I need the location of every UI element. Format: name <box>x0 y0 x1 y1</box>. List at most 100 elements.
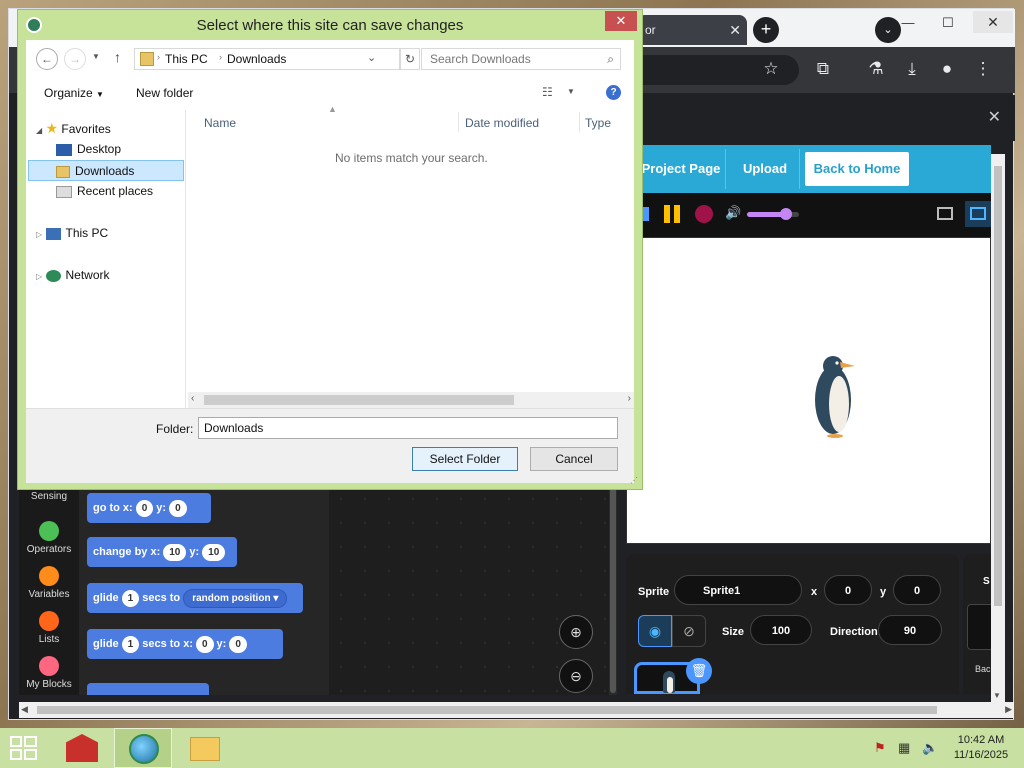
address-breadcrumb[interactable]: › This PC › Downloads ⌄ <box>134 48 400 70</box>
tree-downloads[interactable]: Downloads <box>28 160 184 181</box>
category-operators[interactable]: Operators <box>19 521 79 566</box>
block-input[interactable]: 0 <box>135 499 154 517</box>
delete-sprite-icon[interactable]: 🗑 <box>686 658 712 684</box>
small-stage-icon[interactable] <box>937 207 953 220</box>
sprite-name-input[interactable]: Sprite1 <box>674 575 802 605</box>
partial-block[interactable] <box>87 683 209 695</box>
pause-icon[interactable] <box>664 205 682 223</box>
profile-icon[interactable]: ● <box>935 59 959 79</box>
breadcrumb-downloads[interactable]: Downloads <box>227 52 286 66</box>
stage-selector-panel[interactable]: S Bac <box>963 554 991 694</box>
window-close-button[interactable]: ✕ <box>973 11 1013 33</box>
penguin-sprite[interactable] <box>807 348 877 438</box>
tree-favorites[interactable]: ◢ ★ Favorites <box>36 118 111 139</box>
size-input[interactable]: 100 <box>750 615 812 645</box>
file-list-hscrollbar[interactable]: ‹ › <box>188 392 634 408</box>
large-stage-button[interactable] <box>965 201 991 227</box>
star-icon[interactable]: ☆ <box>759 59 783 79</box>
category-sensing[interactable]: Sensing <box>19 491 79 521</box>
block-input[interactable]: 10 <box>163 543 187 561</box>
tree-this-pc[interactable]: ▷ This PC <box>36 223 108 244</box>
glide-target-dropdown[interactable]: random position ▾ <box>183 588 288 608</box>
labs-flask-icon[interactable]: ⚗ <box>864 59 888 79</box>
help-icon[interactable]: ? <box>606 85 621 100</box>
category-variables[interactable]: Variables <box>19 566 79 611</box>
direction-input[interactable]: 90 <box>878 615 942 645</box>
start-windows-icon[interactable] <box>10 736 38 760</box>
dialog-close-button[interactable]: ✕ <box>605 11 637 31</box>
forward-arrow-icon[interactable]: → <box>64 48 86 70</box>
tree-recent-places[interactable]: Recent places <box>56 181 153 202</box>
extensions-icon[interactable]: ⧉ <box>811 59 835 79</box>
hide-eye-icon[interactable]: ⊘ <box>672 615 706 647</box>
tab-close-icon[interactable]: ✕ <box>729 15 741 45</box>
project-page-button[interactable]: Project Page <box>639 152 723 186</box>
x-input[interactable]: 0 <box>824 575 872 605</box>
zoom-in-icon[interactable]: ⊕ <box>559 615 593 649</box>
tree-desktop[interactable]: Desktop <box>56 139 121 160</box>
browser-tab[interactable]: or ✕ <box>637 15 747 45</box>
y-input[interactable]: 0 <box>893 575 941 605</box>
column-type[interactable]: Type <box>585 116 611 130</box>
scroll-left-icon[interactable]: ‹ <box>191 393 194 404</box>
glide-random-block[interactable]: glide 1 secs to random position ▾ <box>87 583 303 613</box>
show-eye-icon[interactable]: ◉ <box>638 615 672 647</box>
block-input[interactable]: 1 <box>121 635 140 653</box>
resize-grip-icon[interactable]: ⋰ <box>630 476 638 485</box>
breadcrumb-this-pc[interactable]: This PC <box>165 52 208 66</box>
search-downloads-input[interactable]: Search Downloads ⌕ <box>421 48 621 70</box>
upload-button[interactable]: Upload <box>733 152 797 186</box>
stop-icon[interactable] <box>695 205 713 223</box>
recent-locations-icon[interactable]: ▼ <box>92 52 100 61</box>
block-input[interactable]: 0 <box>169 499 187 517</box>
workspace-scrollbar[interactable] <box>609 487 617 695</box>
stage-canvas[interactable] <box>626 237 991 544</box>
page-vertical-scrollbar[interactable]: ▼ <box>991 154 1005 702</box>
change-by-xy-block[interactable]: change by x: 10 y: 10 <box>87 537 237 567</box>
go-to-xy-block[interactable]: go to x: 0 y: 0 <box>87 493 211 523</box>
back-arrow-icon[interactable]: ← <box>36 48 58 70</box>
select-folder-button[interactable]: Select Folder <box>412 447 518 471</box>
scroll-left-icon[interactable]: ◀ <box>21 704 28 715</box>
column-name[interactable]: Name <box>204 116 236 130</box>
taskbar-app-browser[interactable] <box>114 728 172 768</box>
cancel-button[interactable]: Cancel <box>530 447 618 471</box>
back-to-home-button[interactable]: Back to Home <box>805 152 909 186</box>
minimize-button[interactable]: — <box>893 13 923 33</box>
network-status-icon[interactable]: ▦ <box>898 740 910 756</box>
new-folder-button[interactable]: New folder <box>136 86 193 100</box>
view-dropdown-icon[interactable]: ▼ <box>567 87 575 96</box>
refresh-icon[interactable]: ↻ <box>400 48 420 70</box>
folder-name-input[interactable] <box>198 417 618 439</box>
menu-dots-icon[interactable]: ⋮ <box>971 59 995 79</box>
organize-menu[interactable]: Organize ▼ <box>44 86 104 100</box>
up-arrow-icon[interactable]: ↑ <box>114 49 121 65</box>
block-input[interactable]: 1 <box>121 589 140 607</box>
view-options-icon[interactable]: ☷ <box>542 85 553 99</box>
column-date-modified[interactable]: Date modified <box>465 116 539 130</box>
category-my-blocks[interactable]: My Blocks <box>19 656 79 701</box>
glide-xy-block[interactable]: glide 1 secs to x: 0 y: 0 <box>87 629 283 659</box>
zoom-out-icon[interactable]: ⊖ <box>559 659 593 693</box>
scroll-right-icon[interactable]: ▶ <box>1005 704 1012 715</box>
system-clock[interactable]: 10:42 AM 11/16/2025 <box>948 733 1014 763</box>
overlay-close-icon[interactable]: ✕ <box>988 107 1001 127</box>
tree-network[interactable]: ▷ Network <box>36 265 110 286</box>
code-workspace[interactable]: ⊕ ⊖ <box>329 487 609 695</box>
block-input[interactable]: 10 <box>202 543 226 561</box>
volume-muted-icon[interactable]: 🔈 <box>922 740 938 756</box>
page-horizontal-scrollbar[interactable]: ◀ ▶ <box>19 702 1014 718</box>
backdrop-thumbnail[interactable] <box>967 604 991 650</box>
volume-slider[interactable] <box>747 208 799 220</box>
block-input[interactable]: 0 <box>229 635 247 653</box>
address-dropdown-icon[interactable]: ⌄ <box>367 51 376 64</box>
maximize-button[interactable]: ☐ <box>933 13 963 33</box>
download-icon[interactable]: ⤓ <box>900 59 924 79</box>
action-center-icon[interactable]: ⚑ <box>874 740 886 756</box>
block-input[interactable]: 0 <box>195 635 214 653</box>
taskbar-app-red[interactable] <box>54 728 112 768</box>
scroll-down-icon[interactable]: ▼ <box>993 691 1001 700</box>
taskbar-file-explorer[interactable] <box>176 728 234 768</box>
category-lists[interactable]: Lists <box>19 611 79 656</box>
scroll-thumb[interactable] <box>204 395 514 405</box>
